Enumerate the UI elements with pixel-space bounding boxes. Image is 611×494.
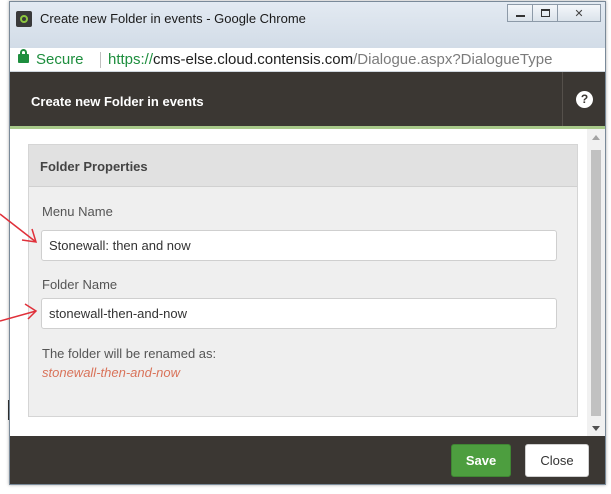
close-button[interactable]: Close xyxy=(525,444,589,477)
help-button[interactable]: ? xyxy=(562,72,605,126)
address-bar[interactable]: Secure https://cms-else.cloud.contensis.… xyxy=(10,48,605,72)
scroll-down-arrow-icon[interactable] xyxy=(592,426,600,431)
address-separator xyxy=(100,52,101,68)
secure-label: Secure xyxy=(36,51,84,68)
folder-name-label: Folder Name xyxy=(42,277,118,292)
panel-title: Folder Properties xyxy=(40,159,148,174)
close-icon: ✕ xyxy=(574,7,584,20)
window-close-button[interactable]: ✕ xyxy=(557,4,601,22)
url-scheme: https:// xyxy=(108,51,154,68)
maximize-icon xyxy=(540,9,550,17)
dialog-header: Create new Folder in events ? xyxy=(10,72,605,126)
minimize-button[interactable] xyxy=(507,4,533,22)
save-button[interactable]: Save xyxy=(451,444,511,477)
folder-properties-panel: Folder Properties Menu Name Folder Name … xyxy=(28,144,578,417)
rename-notice: The folder will be renamed as: xyxy=(42,346,217,361)
panel-header: Folder Properties xyxy=(29,145,577,187)
scroll-up-arrow-icon[interactable] xyxy=(592,135,600,140)
menu-name-label: Menu Name xyxy=(42,204,113,219)
chrome-app-icon xyxy=(16,11,32,27)
dialog-title: Create new Folder in events xyxy=(31,94,204,109)
folder-name-input[interactable] xyxy=(41,298,557,329)
window-titlebar[interactable]: Create new Folder in events - Google Chr… xyxy=(10,2,605,48)
window-controls: ✕ xyxy=(507,4,601,22)
url-text[interactable]: https://cms-else.cloud.contensis.com/Dia… xyxy=(108,51,552,68)
lock-icon xyxy=(18,49,29,63)
dialog-footer: Save Close xyxy=(10,436,605,484)
scrollbar-thumb[interactable] xyxy=(591,150,601,416)
vertical-scrollbar[interactable] xyxy=(587,129,605,436)
url-host: cms-else.cloud.contensis.com xyxy=(153,51,354,68)
rename-preview: stonewall-then-and-now xyxy=(42,365,181,380)
window-title: Create new Folder in events - Google Chr… xyxy=(40,11,306,26)
chrome-popup-window: Create new Folder in events - Google Chr… xyxy=(9,1,606,485)
minimize-icon xyxy=(515,15,525,17)
menu-name-input[interactable] xyxy=(41,230,557,261)
maximize-button[interactable] xyxy=(532,4,558,22)
help-icon: ? xyxy=(576,91,593,108)
dialog-content: Folder Properties Menu Name Folder Name … xyxy=(10,129,605,436)
url-path: /Dialogue.aspx?DialogueType xyxy=(353,51,553,68)
